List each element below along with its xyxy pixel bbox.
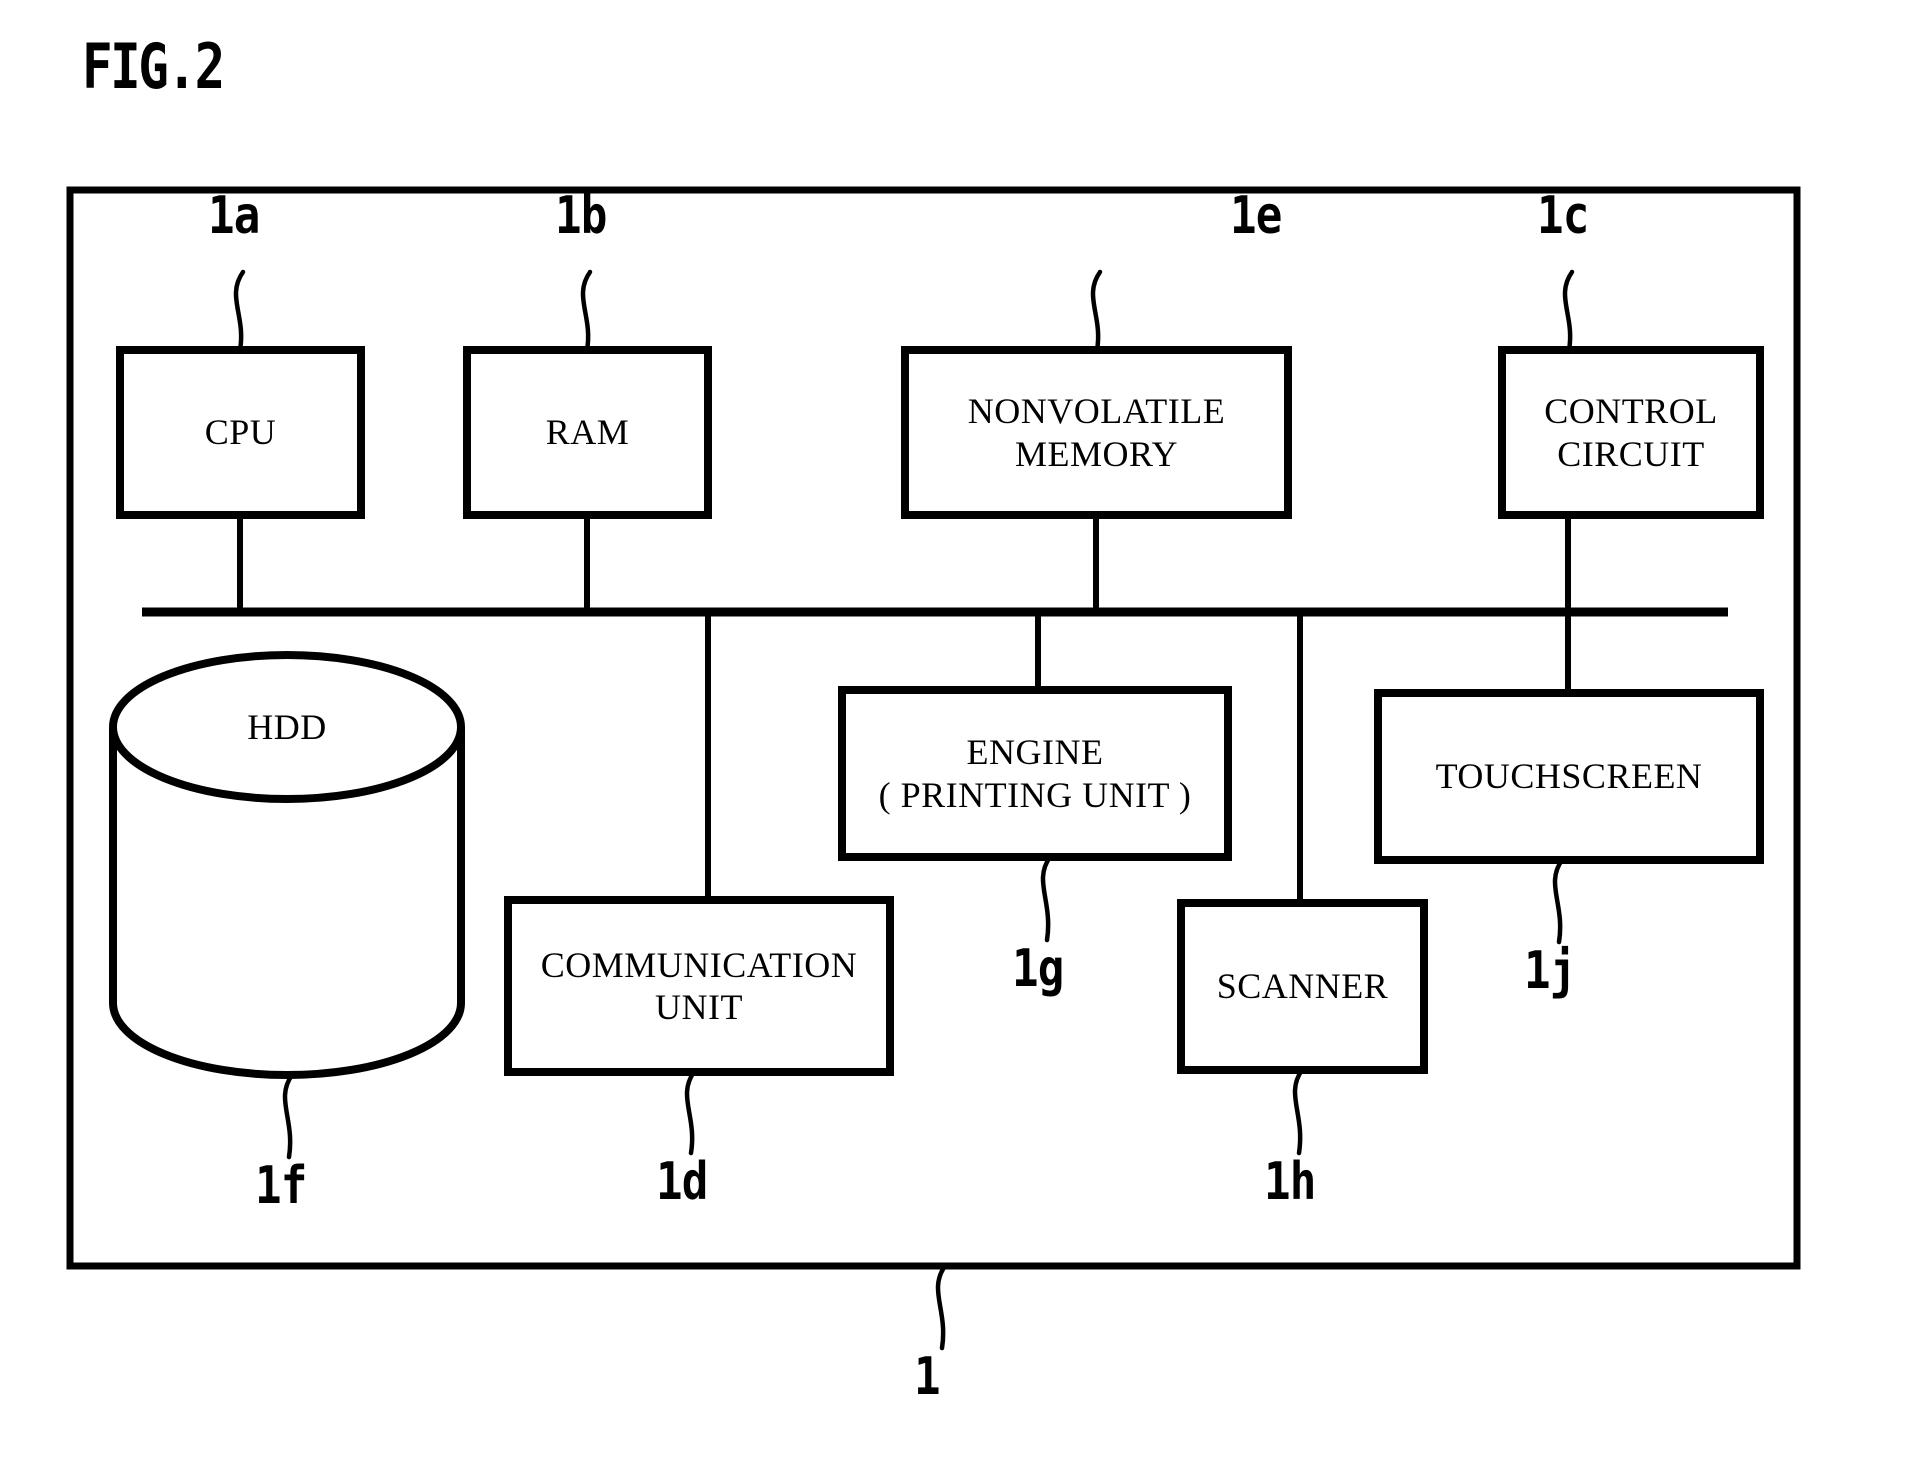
leader-1e — [1090, 269, 1103, 353]
ref-label-apparatus: 1 — [914, 1347, 941, 1407]
patent-figure: FIG.2 CPU RAM NONVOLATILE MEMORY CONTROL… — [0, 0, 1907, 1461]
ref-label-1c: 1c — [1537, 186, 1589, 246]
ref-label-1g: 1g — [1012, 939, 1064, 999]
leader-1f — [282, 1072, 295, 1160]
block-cpu — [116, 346, 365, 519]
ref-label-1b: 1b — [555, 186, 607, 246]
leader-1h — [1292, 1067, 1305, 1156]
ref-label-1a: 1a — [208, 186, 260, 246]
figure-lineart — [66, 186, 1801, 1351]
block-touchscreen — [1374, 689, 1764, 864]
leader-1a — [233, 269, 246, 353]
leader-1j — [1552, 857, 1565, 945]
leader-1 — [935, 1263, 948, 1351]
block-ram — [463, 346, 712, 519]
ref-label-1e: 1e — [1230, 186, 1282, 246]
ref-label-1f: 1f — [255, 1156, 307, 1216]
block-hdd — [109, 651, 465, 1079]
leader-1b — [580, 269, 593, 353]
leader-1d — [684, 1069, 697, 1156]
leader-1g — [1040, 854, 1053, 943]
block-control-circuit — [1498, 346, 1764, 519]
ref-label-1h: 1h — [1264, 1152, 1316, 1212]
block-engine — [838, 686, 1232, 861]
ref-label-1d: 1d — [656, 1152, 708, 1212]
block-scanner — [1177, 899, 1428, 1074]
block-communication-unit — [504, 896, 894, 1076]
ref-label-1j: 1j — [1524, 941, 1576, 1001]
block-nonvolatile-memory — [901, 346, 1292, 519]
leader-1c — [1562, 269, 1575, 353]
